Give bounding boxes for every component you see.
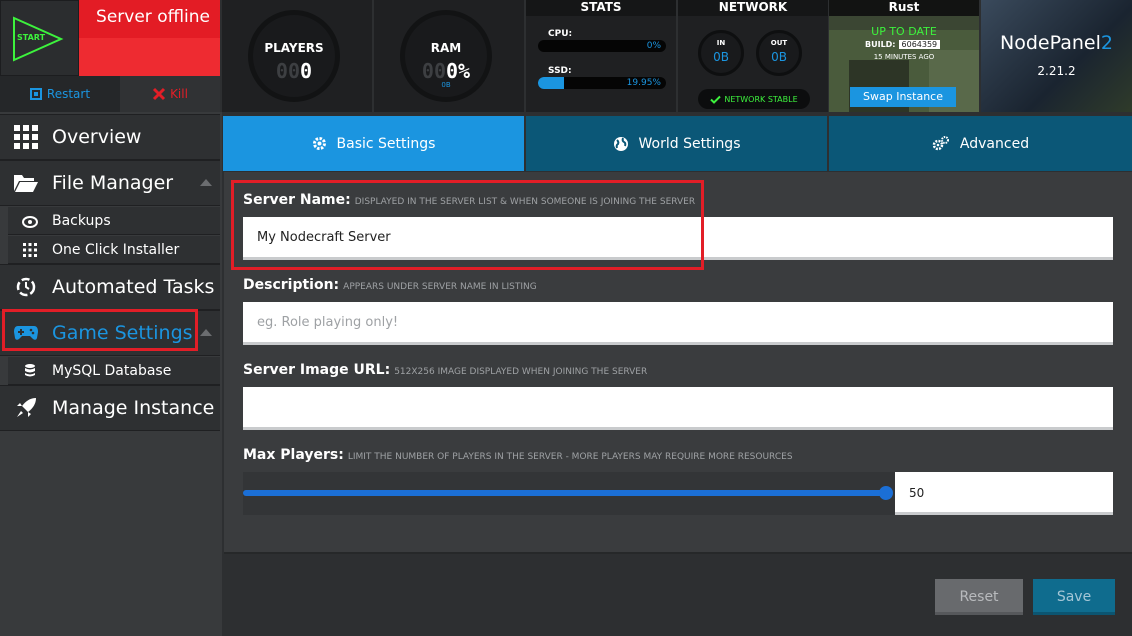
- sidebar-item-file-manager[interactable]: File Manager: [0, 160, 220, 206]
- ram-value: 000%: [421, 59, 471, 83]
- brand-logo: NodePanel2: [1000, 32, 1113, 54]
- sidebar-item-label: Overview: [52, 126, 142, 148]
- tab-advanced[interactable]: Advanced: [829, 116, 1132, 171]
- chevron-up-icon[interactable]: [200, 329, 212, 336]
- sidebar-item-overview[interactable]: Overview: [0, 114, 220, 160]
- image-url-label: Server Image URL: 512X256 IMAGE DISPLAYED…: [243, 362, 648, 378]
- server-name-highlight: [231, 180, 704, 270]
- stats-title: STATS: [526, 0, 676, 16]
- globe-icon: [613, 136, 628, 151]
- max-players-label: Max Players: LIMIT THE NUMBER OF PLAYERS …: [243, 447, 793, 463]
- grid-small-icon: [23, 242, 37, 257]
- ssd-percent: 19.95%: [626, 78, 661, 88]
- cpu-percent: 0%: [646, 41, 661, 51]
- chevron-up-icon[interactable]: [200, 179, 212, 186]
- check-icon: [710, 95, 722, 104]
- ram-panel: RAM 000% 0B: [374, 0, 524, 112]
- sidebar-item-label: Backups: [52, 212, 111, 229]
- build-number: 6064359: [898, 40, 941, 49]
- description-label: Description: APPEARS UNDER SERVER NAME IN…: [243, 277, 537, 293]
- server-status-text: Server offline: [96, 7, 210, 27]
- network-title: NETWORK: [678, 0, 828, 16]
- max-players-slider[interactable]: [243, 472, 895, 515]
- sidebar-item-mysql-database[interactable]: MySQL Database: [8, 357, 220, 385]
- tab-label: Advanced: [959, 135, 1030, 152]
- sidebar-item-label: Manage Instance: [52, 397, 215, 419]
- sidebar-item-automated-tasks[interactable]: Automated Tasks: [0, 264, 220, 310]
- ram-gauge: RAM 000% 0B: [400, 10, 492, 102]
- database-icon: [25, 364, 35, 377]
- description-input[interactable]: [243, 302, 1113, 345]
- players-panel: PLAYERS 000: [222, 0, 372, 112]
- tasks-icon: [16, 277, 36, 297]
- max-players-value[interactable]: 50: [895, 472, 1113, 515]
- network-in-label: IN: [716, 39, 726, 47]
- tab-label: World Settings: [638, 135, 741, 152]
- ram-bytes: 0B: [441, 81, 451, 89]
- reset-button[interactable]: Reset: [935, 579, 1023, 615]
- start-button[interactable]: START: [0, 0, 79, 76]
- sidebar-item-one-click-installer[interactable]: One Click Installer: [8, 236, 220, 264]
- slider-thumb[interactable]: [879, 486, 893, 500]
- build-info: BUILD: 6064359: [865, 40, 941, 49]
- slider-track[interactable]: [243, 490, 888, 496]
- restart-label: Restart: [46, 87, 91, 101]
- sidebar-item-label: Automated Tasks: [52, 276, 215, 298]
- sidebar-item-backups[interactable]: Backups: [8, 207, 220, 235]
- grid-icon: [14, 125, 38, 149]
- start-label: START: [17, 33, 46, 42]
- network-panel: NETWORK IN 0B OUT 0B NETWORK STABLE: [678, 0, 828, 112]
- server-status-panel: Server offline: [79, 0, 220, 76]
- image-url-input[interactable]: [243, 387, 1113, 430]
- restart-button[interactable]: Restart: [0, 76, 120, 112]
- kill-label: Kill: [170, 87, 188, 101]
- cpu-label: CPU:: [548, 29, 573, 39]
- network-in-value: 0B: [713, 50, 729, 64]
- gears-icon: [932, 136, 949, 151]
- game-settings-highlight: [2, 309, 198, 351]
- save-button[interactable]: Save: [1033, 579, 1115, 615]
- brand-version: 2.21.2: [1037, 64, 1076, 78]
- sidebar-item-label: MySQL Database: [52, 362, 172, 379]
- ssd-bar-fill: [538, 77, 564, 89]
- update-status: UP TO DATE: [871, 25, 937, 38]
- network-status-badge: NETWORK STABLE: [698, 89, 810, 109]
- game-panel: Rust UP TO DATE BUILD: 6064359 15 MINUTES…: [829, 0, 979, 112]
- kill-button[interactable]: Kill: [120, 76, 220, 112]
- players-title: PLAYERS: [264, 41, 324, 55]
- cpu-bar: 0%: [538, 40, 666, 52]
- ssd-label: SSD:: [548, 66, 572, 76]
- network-out-label: OUT: [770, 39, 788, 47]
- network-out: OUT 0B: [756, 30, 802, 76]
- stats-panel: STATS CPU: 0% SSD: 19.95%: [526, 0, 676, 112]
- brand-panel: NodePanel2 2.21.2: [981, 0, 1132, 112]
- updated-ago: 15 MINUTES AGO: [873, 53, 935, 61]
- sidebar-item-label: File Manager: [52, 172, 174, 194]
- sidebar-item-label: One Click Installer: [52, 241, 180, 258]
- swap-instance-button[interactable]: Swap Instance: [850, 87, 956, 107]
- rocket-icon: [17, 398, 36, 417]
- sidebar-item-manage-instance[interactable]: Manage Instance: [0, 385, 220, 431]
- network-out-value: 0B: [771, 50, 787, 64]
- tab-world-settings[interactable]: World Settings: [526, 116, 827, 171]
- players-gauge: PLAYERS 000: [248, 10, 340, 102]
- tab-label: Basic Settings: [336, 135, 436, 152]
- players-value: 000: [275, 59, 313, 83]
- folder-icon: [14, 175, 38, 192]
- network-in: IN 0B: [698, 30, 744, 76]
- gear-icon: [312, 137, 326, 150]
- tab-basic-settings[interactable]: Basic Settings: [223, 116, 524, 171]
- ram-title: RAM: [430, 41, 462, 55]
- backup-icon: [22, 215, 38, 228]
- close-icon: [153, 87, 166, 101]
- restart-icon: [29, 88, 42, 100]
- game-title: Rust: [829, 0, 979, 16]
- ssd-bar: 19.95%: [538, 77, 666, 89]
